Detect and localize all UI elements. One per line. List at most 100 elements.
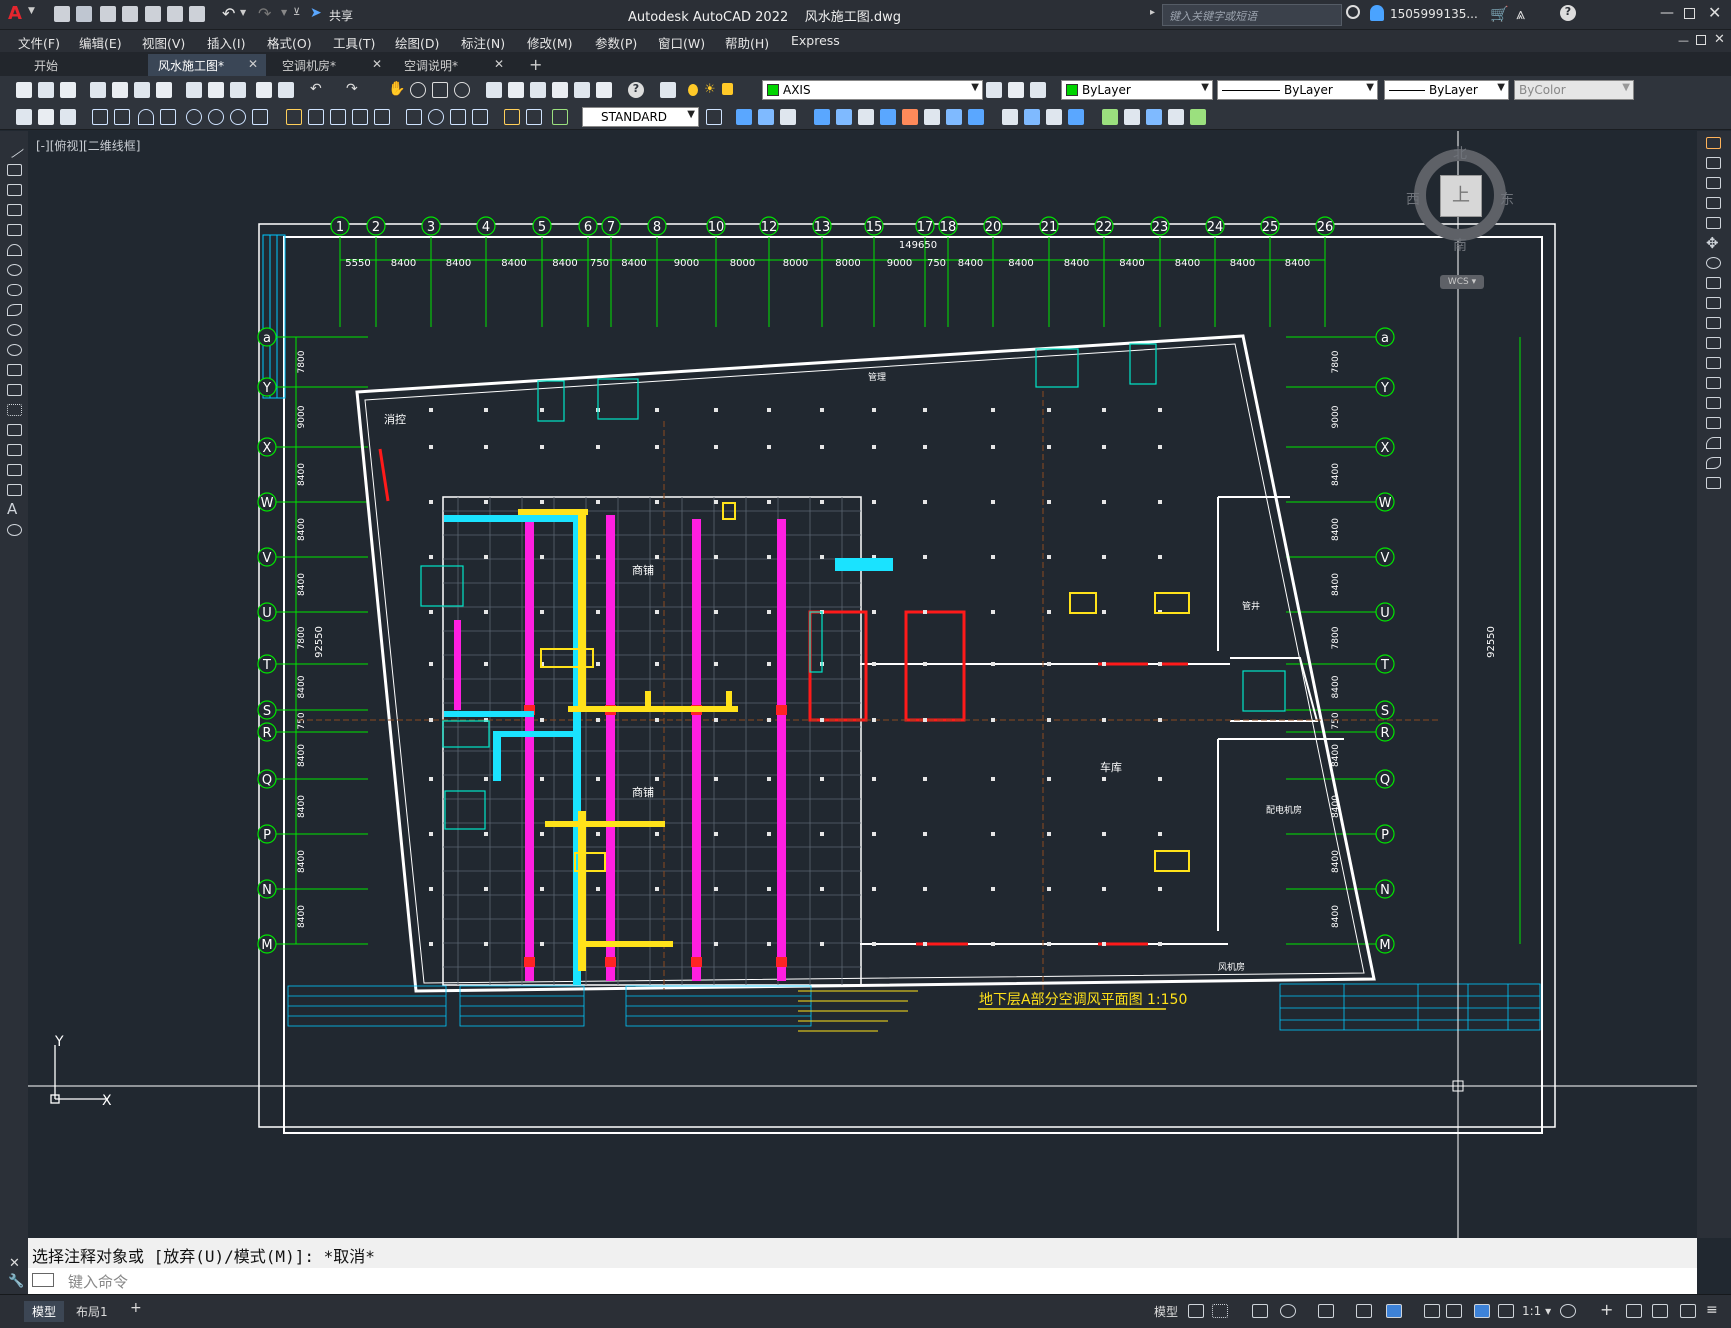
menu-insert[interactable]: 插入(I): [207, 33, 245, 52]
redo-dropdown-icon[interactable]: ▼: [281, 8, 287, 17]
layer-change-icon[interactable]: [1046, 109, 1062, 125]
redo-icon[interactable]: ↷: [346, 82, 362, 98]
dim-update-icon[interactable]: [552, 109, 568, 125]
extend-icon[interactable]: [1706, 337, 1721, 349]
print-preview-icon[interactable]: [112, 82, 128, 98]
dim-break-icon[interactable]: [374, 109, 390, 125]
inspect-icon[interactable]: [450, 109, 466, 125]
viewcube-face[interactable]: 上: [1440, 175, 1482, 217]
make-object-layer-current-icon[interactable]: [986, 82, 1002, 98]
user-icon[interactable]: [1370, 5, 1384, 21]
command-close-icon[interactable]: ✕: [9, 1256, 20, 1271]
open-icon[interactable]: [38, 82, 54, 98]
layer-tools-icon[interactable]: [1146, 109, 1162, 125]
menu-draw[interactable]: 绘图(D): [395, 33, 439, 52]
chevron-down-icon[interactable]: ▼: [1201, 82, 1209, 93]
autocad-logo-icon[interactable]: A: [8, 4, 22, 24]
osnap-tracking-icon[interactable]: [1356, 1304, 1372, 1318]
rectangle-icon[interactable]: [7, 224, 22, 236]
layer-off-icon[interactable]: [880, 109, 896, 125]
tab-layout1[interactable]: 布局1: [68, 1301, 116, 1322]
table-icon[interactable]: [7, 484, 22, 496]
menu-express[interactable]: Express: [791, 33, 840, 48]
block-editor-icon[interactable]: [278, 82, 294, 98]
trim-icon[interactable]: [1706, 317, 1721, 329]
chevron-down-icon[interactable]: ▼: [1366, 82, 1374, 93]
line-icon[interactable]: [4, 139, 25, 159]
ellipse-icon[interactable]: [7, 324, 22, 336]
layer-icon-c[interactable]: [780, 109, 796, 125]
help-icon[interactable]: ?: [628, 82, 644, 98]
copy-icon[interactable]: [208, 82, 224, 98]
new-tab-plus-icon[interactable]: +: [524, 52, 546, 74]
layer-trans-icon[interactable]: [1168, 109, 1184, 125]
linetype-dropdown[interactable]: ByLayer ▼: [1217, 80, 1378, 100]
tab-model[interactable]: 模型: [24, 1301, 65, 1322]
command-prompt-icon[interactable]: [32, 1273, 54, 1287]
compass-east[interactable]: 东: [1500, 189, 1514, 209]
zoom-window-icon[interactable]: [432, 82, 448, 98]
aligned-dimension-icon[interactable]: [114, 109, 130, 125]
search-input[interactable]: 键入关键字或短语: [1162, 4, 1342, 26]
customize-menu-icon[interactable]: ≡: [1706, 1303, 1722, 1318]
tab-hvac-drawing[interactable]: 风水施工图* ✕: [148, 54, 266, 76]
layer-previous-icon[interactable]: [1008, 82, 1024, 98]
tab-ac-room[interactable]: 空调机房* ✕: [272, 54, 390, 76]
blend-icon[interactable]: [1706, 457, 1721, 469]
save-web-icon[interactable]: [167, 6, 183, 22]
ellipse-arc-icon[interactable]: [7, 344, 22, 356]
menu-view[interactable]: 视图(V): [142, 33, 185, 52]
chamfer-icon[interactable]: [1706, 417, 1721, 429]
command-input[interactable]: 键入命令: [28, 1268, 1697, 1294]
tool-palettes-icon[interactable]: [530, 82, 546, 98]
drawing-canvas[interactable]: 1 2 3 4 5 6 7 8 10 12 13 15 17 18 20 21 22 23 24 25 26 a aY YX…: [28, 131, 1697, 1238]
help-icon[interactable]: ?: [1560, 5, 1576, 21]
chevron-down-icon[interactable]: ▼: [1497, 82, 1505, 93]
annotation-visibility-icon[interactable]: [1474, 1304, 1490, 1318]
doc-restore-icon[interactable]: [1696, 35, 1706, 45]
dim-space-icon[interactable]: [352, 109, 368, 125]
compass-south[interactable]: 南: [1453, 235, 1467, 255]
chevron-down-icon[interactable]: ▼: [687, 109, 695, 120]
array-icon[interactable]: [1706, 217, 1721, 229]
layer-filter-icon[interactable]: [1190, 109, 1206, 125]
menu-file[interactable]: 文件(F): [18, 33, 60, 52]
compass-west[interactable]: 西: [1406, 189, 1420, 209]
drawing-viewport[interactable]: [-][俯视][二维线框] 1 2 3 4 5 6 7 8 10 12 13 15 17 18 20 21 22…: [28, 131, 1697, 1238]
publish-icon[interactable]: [134, 82, 150, 98]
layer-match-icon[interactable]: [1024, 109, 1040, 125]
quick-dim-icon[interactable]: [286, 109, 302, 125]
polygon-icon[interactable]: [7, 204, 22, 216]
dim-override-icon[interactable]: [706, 109, 722, 125]
layer-properties-icon[interactable]: [660, 82, 676, 98]
menu-dimension[interactable]: 标注(N): [461, 33, 505, 52]
viewcube[interactable]: 上 北 南 东 西: [1406, 141, 1516, 261]
quick-props-icon[interactable]: [1652, 1304, 1668, 1318]
menu-parameter[interactable]: 参数(P): [595, 33, 637, 52]
arc-length-icon[interactable]: [138, 109, 154, 125]
cart-icon[interactable]: 🛒: [1490, 5, 1509, 23]
arc-icon[interactable]: [7, 244, 22, 256]
rotate-icon[interactable]: [1706, 257, 1721, 269]
layer-walk-icon[interactable]: [1002, 109, 1018, 125]
transparency-icon[interactable]: [1446, 1304, 1462, 1318]
explode-icon[interactable]: [1706, 477, 1721, 489]
layer-dropdown[interactable]: AXIS ▼: [762, 80, 983, 100]
3d-print-icon[interactable]: [156, 82, 172, 98]
layer-delete-icon[interactable]: [968, 109, 984, 125]
user-name[interactable]: 1505999135...: [1390, 7, 1478, 21]
save-as-icon[interactable]: [122, 6, 138, 22]
calculator-icon[interactable]: [596, 82, 612, 98]
offset-icon[interactable]: [1706, 197, 1721, 209]
customize-qat-icon[interactable]: ⊻: [293, 7, 300, 18]
menu-modify[interactable]: 修改(M): [527, 33, 573, 52]
menu-tools[interactable]: 工具(T): [333, 33, 375, 52]
spline-icon[interactable]: [7, 304, 22, 316]
gradient-icon[interactable]: [7, 444, 22, 456]
erase-icon[interactable]: [1706, 137, 1721, 149]
sheet-set-icon[interactable]: [552, 82, 568, 98]
dim-text-edit-icon[interactable]: [526, 109, 542, 125]
save-icon[interactable]: [60, 82, 76, 98]
search-expand-icon[interactable]: ▸: [1150, 7, 1155, 18]
center-mark-icon[interactable]: [428, 109, 444, 125]
